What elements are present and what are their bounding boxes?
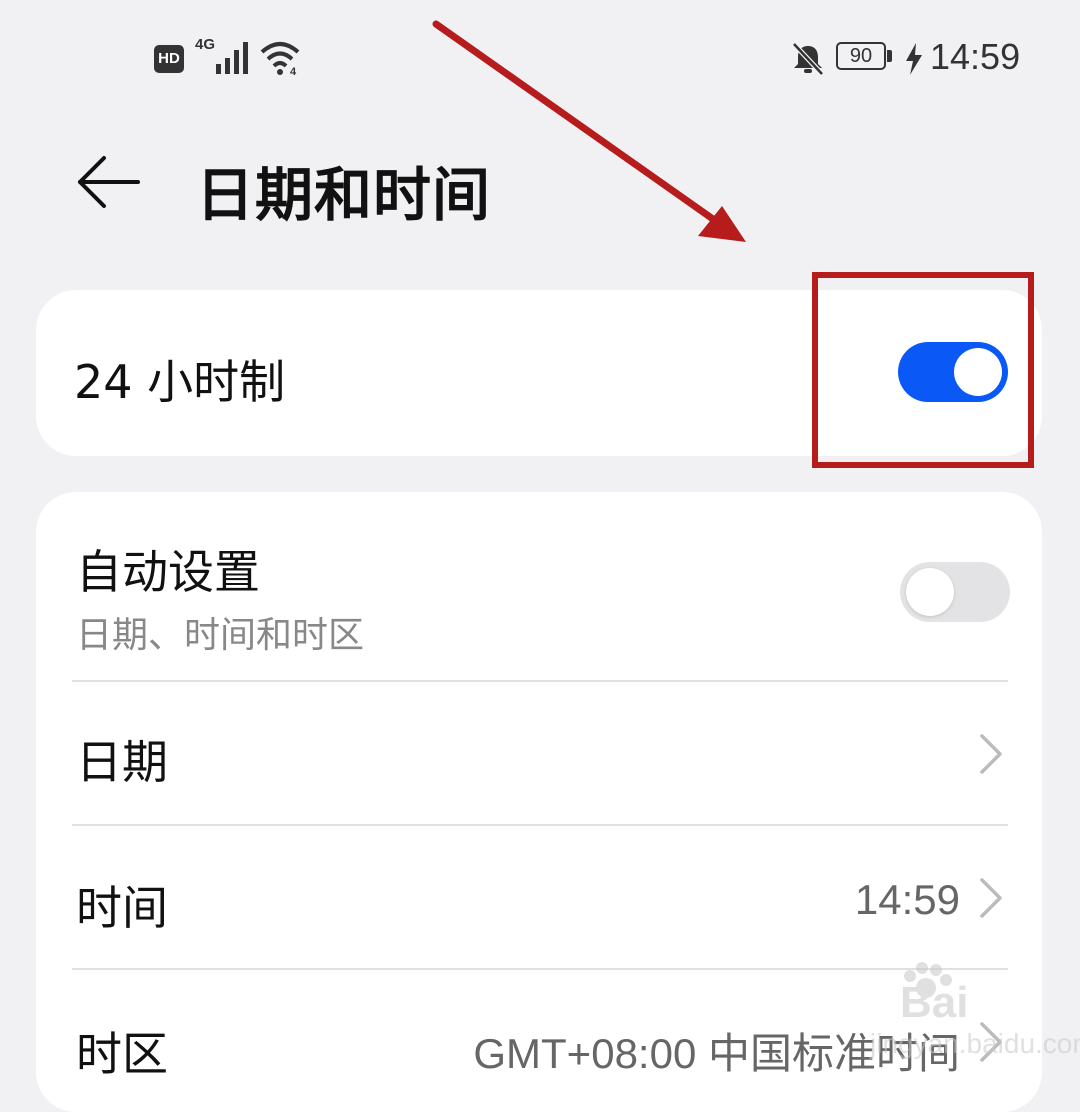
wifi-icon: 4 — [260, 42, 300, 76]
status-clock: 14:59 — [930, 36, 1021, 77]
auto-set-toggle[interactable] — [900, 562, 1010, 622]
battery-indicator: 90 — [836, 42, 892, 74]
auto-set-sublabel: 日期、时间和时区 — [76, 615, 365, 656]
svg-text:4: 4 — [290, 66, 297, 76]
date-row[interactable] — [36, 682, 1042, 824]
battery-level-text: 90 — [836, 42, 886, 70]
battery-tip — [887, 50, 892, 62]
charging-bolt-icon — [906, 43, 922, 75]
chevron-right-icon — [980, 1022, 1002, 1062]
time-value: 14:59 — [854, 876, 960, 923]
chevron-right-icon — [980, 878, 1002, 918]
page-title: 日期和时间 — [196, 161, 492, 229]
timezone-value: GMT+08:00 中国标准时间 — [473, 1030, 960, 1077]
status-bar: HD 4G 4 90 14:59 — [0, 0, 1080, 120]
chevron-right-icon — [980, 734, 1002, 774]
datetime-settings-card: 自动设置 日期、时间和时区 日期 时间 14:59 时区 GMT+08:00 中… — [36, 492, 1042, 1112]
bell-muted-icon — [792, 42, 824, 76]
hour24-label: 24 小时制 — [74, 355, 286, 409]
toggle-knob — [954, 348, 1002, 396]
network-type-label: 4G — [195, 36, 216, 53]
date-label: 日期 — [76, 735, 168, 789]
back-arrow-icon[interactable] — [74, 150, 144, 214]
hd-icon: HD — [154, 45, 184, 73]
time-label: 时间 — [76, 881, 168, 935]
timezone-label: 时区 — [76, 1027, 168, 1081]
hour24-toggle[interactable] — [898, 342, 1008, 402]
hour24-card: 24 小时制 — [36, 290, 1042, 456]
toggle-knob — [906, 568, 954, 616]
auto-set-label: 自动设置 — [76, 545, 260, 599]
cellular-signal-icon — [216, 42, 248, 74]
